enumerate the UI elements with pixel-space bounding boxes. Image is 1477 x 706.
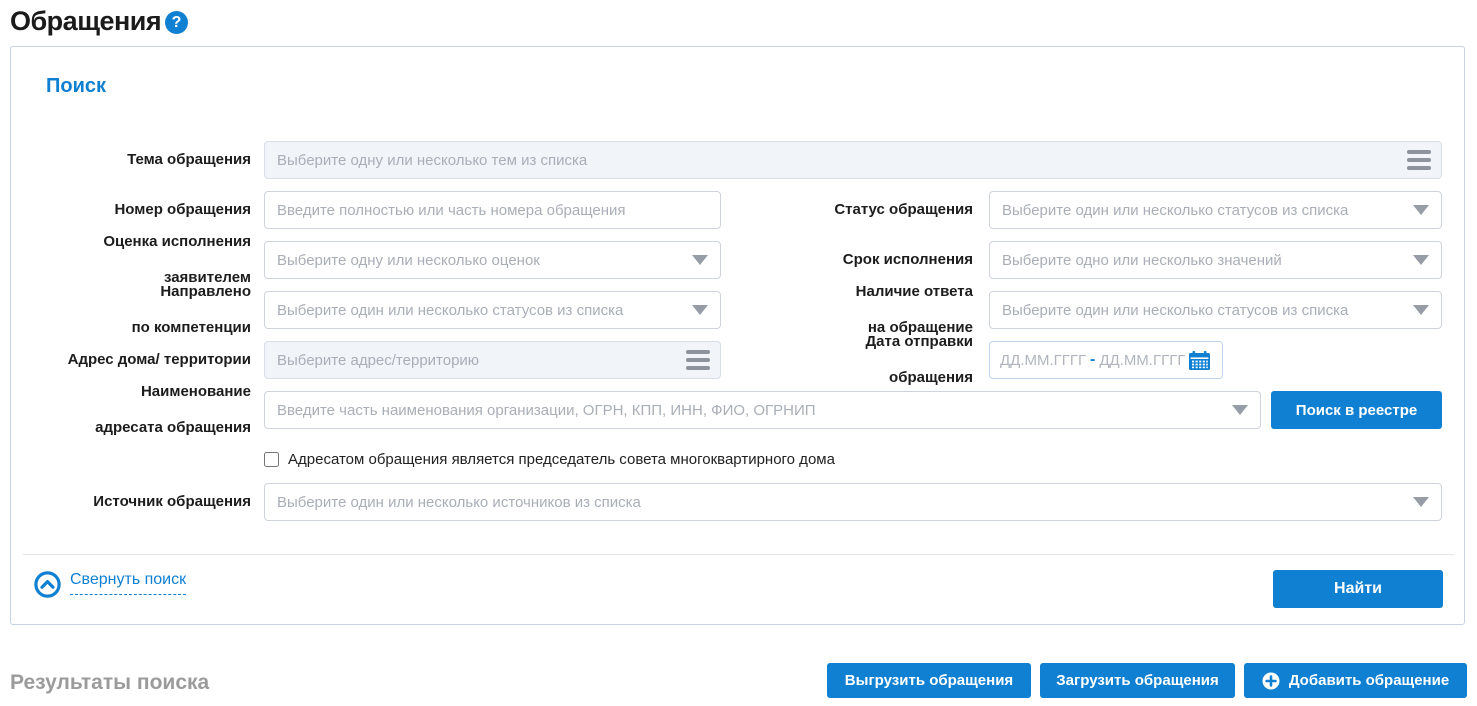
date-from-input[interactable] [1000, 352, 1086, 369]
search-panel: Поиск Тема обращения Номер обращения Ста… [10, 46, 1465, 625]
date-range-dash: - [1090, 351, 1095, 369]
chevron-down-icon[interactable] [1413, 305, 1429, 315]
add-appeal-button[interactable]: Добавить обращение [1244, 663, 1467, 698]
deadline-input[interactable] [989, 241, 1442, 279]
help-icon[interactable]: ? [165, 11, 188, 34]
address-label: Адрес дома/ территории [11, 341, 251, 379]
deadline-select[interactable] [989, 241, 1442, 279]
chevron-up-circle-icon[interactable] [34, 571, 61, 598]
rating-label: Оценка исполнения заявителем [11, 241, 251, 279]
add-appeal-button-label: Добавить обращение [1289, 672, 1449, 689]
address-multiselect[interactable] [264, 341, 721, 379]
chevron-down-icon[interactable] [1413, 205, 1429, 215]
number-input[interactable] [264, 191, 721, 229]
deadline-label: Срок исполнения [663, 241, 973, 279]
number-label: Номер обращения [11, 191, 251, 229]
search-panel-heading: Поиск [46, 75, 106, 98]
addressee-label: Наименование адресата обращения [11, 391, 251, 429]
source-input[interactable] [264, 483, 1442, 521]
list-picker-icon[interactable] [1407, 150, 1431, 170]
plus-circle-icon [1262, 672, 1280, 690]
collapse-search[interactable]: Свернуть поиск [34, 571, 186, 598]
source-label: Источник обращения [11, 483, 251, 521]
date-to-input[interactable] [1099, 352, 1185, 369]
send-date-range[interactable]: - [989, 341, 1223, 379]
addressee-select[interactable] [264, 391, 1261, 429]
theme-label: Тема обращения [11, 141, 251, 179]
panel-divider [23, 554, 1454, 555]
chevron-down-icon[interactable] [1413, 255, 1429, 265]
calendar-icon[interactable] [1189, 351, 1210, 370]
rating-input[interactable] [264, 241, 721, 279]
results-heading: Результаты поиска [10, 671, 209, 695]
addressee-input[interactable] [264, 391, 1261, 429]
appeals-page: Обращения ? Поиск Тема обращения Номер о… [0, 0, 1477, 706]
export-appeals-button[interactable]: Выгрузить обращения [827, 663, 1031, 698]
answer-input[interactable] [989, 291, 1442, 329]
answer-label: Наличие ответа на обращение [663, 291, 973, 329]
theme-multiselect[interactable] [264, 141, 1442, 179]
status-input[interactable] [989, 191, 1442, 229]
address-input[interactable] [264, 341, 721, 379]
chevron-down-icon[interactable] [1232, 405, 1248, 415]
send-date-label: Дата отправки обращения [663, 341, 973, 379]
status-label: Статус обращения [663, 191, 973, 229]
chairman-checkbox-label[interactable]: Адресатом обращения является председател… [288, 451, 835, 468]
registry-search-button[interactable]: Поиск в реестре [1271, 391, 1442, 429]
status-select[interactable] [989, 191, 1442, 229]
page-title: Обращения [10, 6, 161, 37]
chairman-checkbox-row: Адресатом обращения является председател… [264, 451, 835, 468]
competence-select[interactable] [264, 291, 721, 329]
number-field[interactable] [264, 191, 721, 229]
collapse-search-link[interactable]: Свернуть поиск [70, 571, 186, 595]
theme-input[interactable] [264, 141, 1442, 179]
competence-label: Направлено по компетенции [11, 291, 251, 329]
chevron-down-icon[interactable] [1413, 497, 1429, 507]
competence-input[interactable] [264, 291, 721, 329]
source-select[interactable] [264, 483, 1442, 521]
chairman-checkbox[interactable] [264, 452, 279, 467]
answer-select[interactable] [989, 291, 1442, 329]
import-appeals-button[interactable]: Загрузить обращения [1040, 663, 1235, 698]
rating-select[interactable] [264, 241, 721, 279]
find-button[interactable]: Найти [1273, 570, 1443, 608]
